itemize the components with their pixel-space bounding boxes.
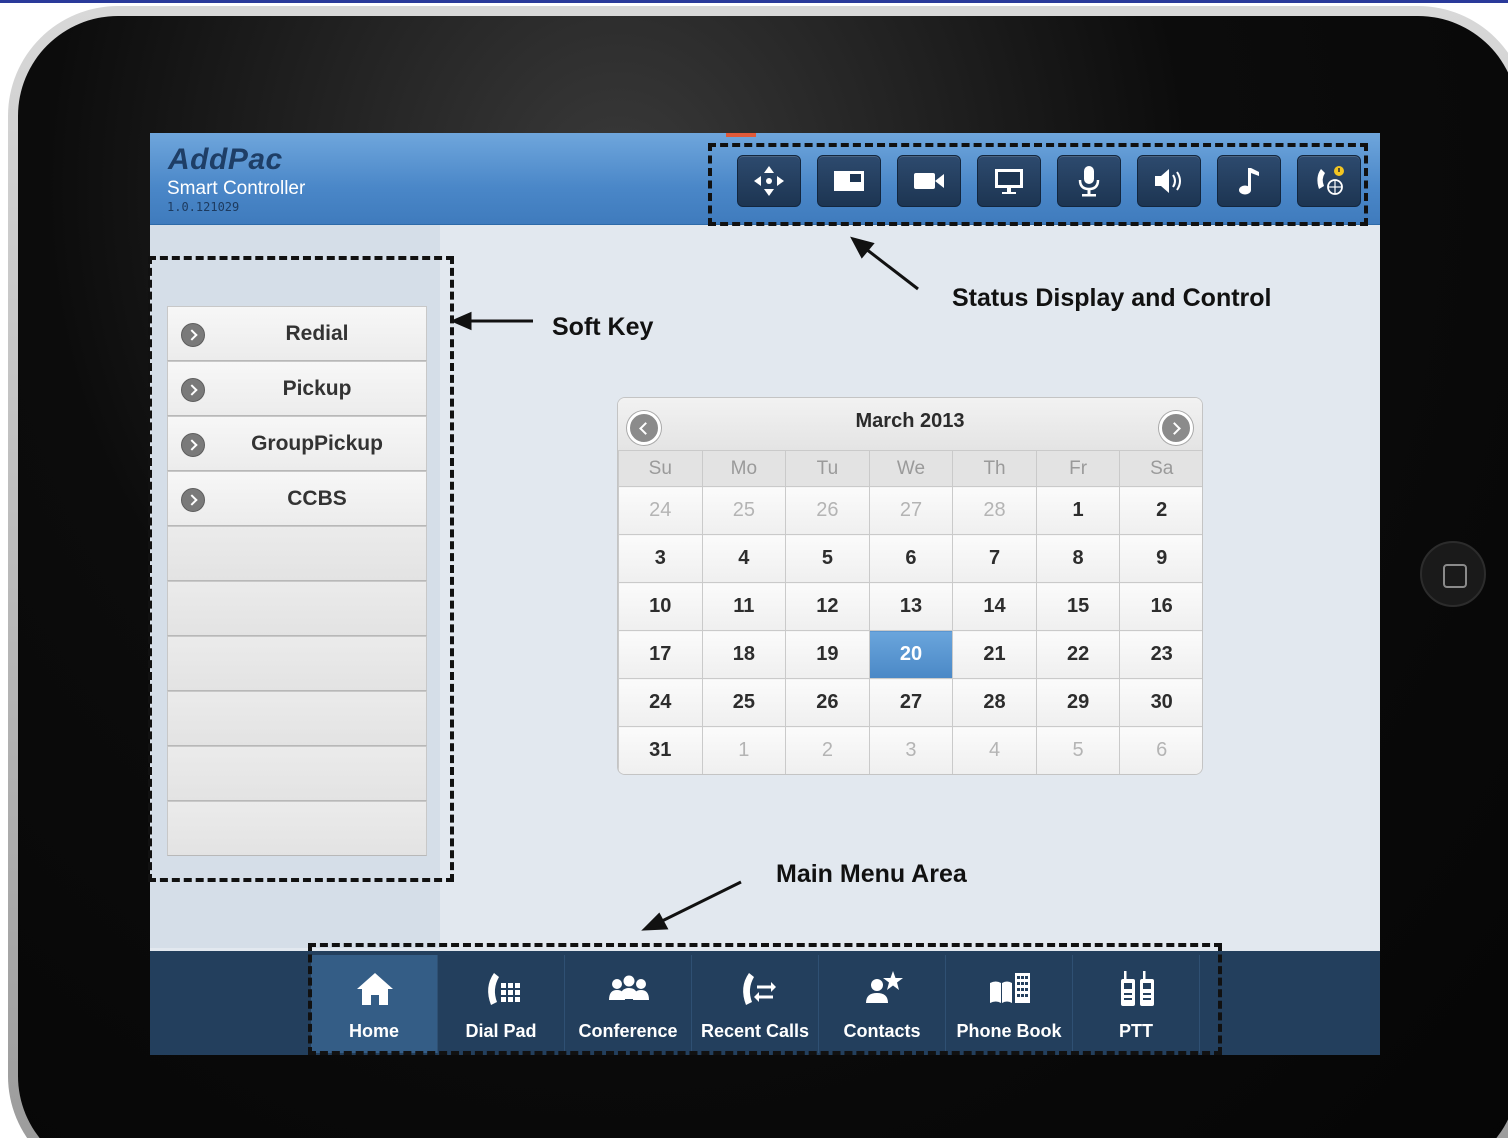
mainmenu-arrow-head: [641, 912, 669, 931]
mainmenu-arrow-line: [659, 880, 742, 924]
softkey-arrow-head: [450, 311, 472, 331]
status-arrow-line: [865, 247, 919, 291]
annotation-arrows: [450, 236, 919, 931]
status-arrow-head: [850, 236, 875, 259]
